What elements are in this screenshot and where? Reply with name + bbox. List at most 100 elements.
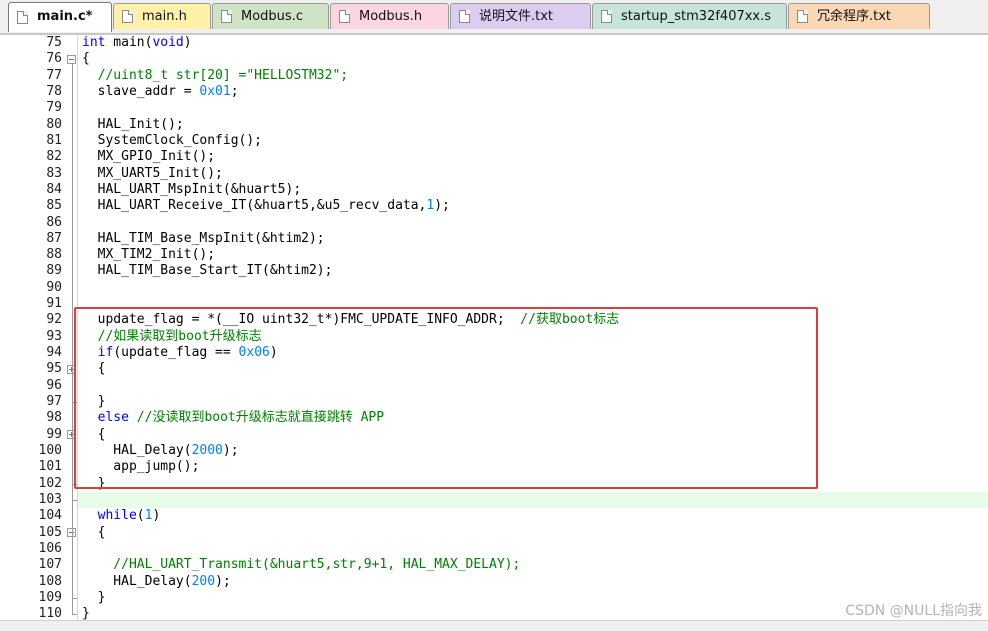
tab-6[interactable]: 冗余程序.txt [788, 3, 930, 29]
fold-guide-line [72, 341, 73, 484]
tab-4[interactable]: 说明文件.txt [450, 3, 591, 29]
code-number: 0x01 [199, 83, 231, 99]
line-number: 87 [46, 230, 62, 246]
horizontal-scrollbar[interactable] [0, 620, 988, 631]
tab-2[interactable]: Modbus.c [212, 3, 329, 29]
line-number: 86 [46, 214, 62, 230]
code-line[interactable]: MX_TIM2_Init(); [82, 247, 215, 263]
fold-guide-line [72, 64, 73, 615]
code-editor[interactable]: 75 76 77 78 79 80 81 82 83 84 85 86 87 88 89 90 91 92 93 94… [0, 35, 988, 622]
fold-end-marker [72, 614, 77, 616]
code-token: ) [183, 35, 192, 50]
file-icon [459, 10, 470, 23]
current-line-highlight [77, 491, 988, 509]
code-token: ; [230, 83, 239, 99]
line-number: 101 [38, 459, 62, 475]
line-number: 108 [38, 573, 62, 589]
line-number: 102 [38, 475, 62, 491]
line-number: 106 [38, 540, 62, 556]
watermark: CSDN @NULL指向我 [845, 603, 982, 619]
code-line[interactable]: slave_addr = 0x01; [82, 84, 239, 100]
file-icon [221, 10, 232, 23]
code-token: HAL_UART_MspInit(&huart5); [82, 181, 302, 197]
code-line[interactable]: HAL_TIM_Base_MspInit(&htim2); [82, 231, 325, 247]
tab-label: 冗余程序.txt [817, 9, 892, 24]
line-number: 95 [46, 361, 62, 377]
code-line[interactable]: int main(void) [82, 35, 192, 51]
code-line[interactable]: } [82, 590, 106, 606]
tab-label: main.c* [37, 9, 93, 24]
line-number: 93 [46, 328, 62, 344]
code-line[interactable]: HAL_Delay(200); [82, 573, 231, 590]
tab-3[interactable]: Modbus.h [330, 3, 449, 29]
code-token: MX_TIM2_Init(); [82, 247, 216, 263]
tab-1[interactable]: main.h [113, 3, 211, 29]
code-line[interactable]: { [82, 51, 90, 67]
code-number: 200 [191, 573, 216, 589]
line-number: 80 [46, 116, 62, 132]
line-number: 91 [46, 296, 62, 312]
line-number: 89 [46, 263, 62, 279]
code-line[interactable]: HAL_UART_MspInit(&huart5); [82, 181, 302, 198]
line-number: 103 [38, 491, 62, 507]
code-token: } [82, 606, 90, 622]
file-icon [17, 11, 28, 24]
line-number: 92 [46, 312, 62, 328]
code-keyword: int [82, 35, 106, 50]
line-number: 109 [38, 589, 62, 605]
code-comment: //HAL_UART_Transmit(&huart5,str,9+1, HAL… [82, 557, 521, 573]
line-number: 96 [46, 377, 62, 393]
code-token: SystemClock_Config(); [82, 132, 263, 148]
code-keyword: while [97, 508, 137, 524]
code-line[interactable]: HAL_Init(); [82, 117, 184, 133]
code-token: ); [215, 573, 231, 589]
code-token: { [82, 524, 106, 540]
code-token: ); [434, 198, 450, 214]
code-line[interactable]: HAL_TIM_Base_Start_IT(&htim2); [82, 263, 333, 279]
code-token: HAL_TIM_Base_MspInit(&htim2); [82, 230, 325, 246]
tab-label: main.h [142, 9, 187, 24]
code-token: { [82, 51, 90, 67]
code-line[interactable]: HAL_UART_Receive_IT(&huart5,&u5_recv_dat… [82, 198, 450, 214]
line-number: 98 [46, 410, 62, 426]
line-number: 105 [38, 524, 62, 540]
code-line[interactable]: //uint8_t str[20] ="HELLOSTM32"; [82, 68, 348, 84]
file-icon [339, 10, 350, 23]
code-keyword: void [152, 35, 184, 50]
tab-5[interactable]: startup_stm32f407xx.s [592, 3, 787, 29]
line-number: 94 [46, 345, 62, 361]
file-icon [122, 10, 133, 23]
code-line[interactable]: //HAL_UART_Transmit(&huart5,str,9+1, HAL… [82, 557, 520, 573]
file-icon [797, 10, 808, 23]
code-token: MX_UART5_Init(); [82, 165, 223, 181]
line-number: 83 [46, 165, 62, 181]
code-token: ) [152, 508, 161, 524]
line-number: 78 [46, 83, 62, 99]
code-line[interactable]: { [82, 524, 106, 541]
line-number: 82 [46, 149, 62, 165]
line-number: 90 [46, 279, 62, 295]
line-number: 81 [46, 132, 62, 148]
code-token: main( [105, 35, 153, 50]
code-line[interactable]: MX_GPIO_Init(); [82, 149, 215, 165]
code-token: HAL_TIM_Base_Start_IT(&htim2); [82, 263, 333, 279]
line-number: 97 [46, 394, 62, 410]
fold-collapse-icon[interactable] [67, 54, 76, 64]
line-number: 100 [38, 443, 62, 458]
line-number: 75 [46, 35, 62, 50]
code-token: HAL_Delay( [82, 573, 192, 589]
line-number: 76 [46, 51, 62, 67]
tab-0[interactable]: main.c* [8, 2, 112, 32]
code-line[interactable]: SystemClock_Config(); [82, 133, 262, 149]
tab-label: Modbus.c [241, 9, 303, 24]
line-number: 99 [46, 426, 62, 442]
line-number: 77 [46, 67, 62, 83]
code-line[interactable]: while(1) [82, 508, 161, 524]
line-number: 84 [46, 181, 62, 197]
code-line[interactable]: MX_UART5_Init(); [82, 166, 223, 182]
line-number: 104 [38, 508, 62, 524]
tab-label: startup_stm32f407xx.s [621, 9, 772, 24]
line-number: 107 [38, 557, 62, 573]
editor-tab-bar: main.c* main.h Modbus.c Modbus.h 说明文件.txt sta… [0, 0, 988, 35]
